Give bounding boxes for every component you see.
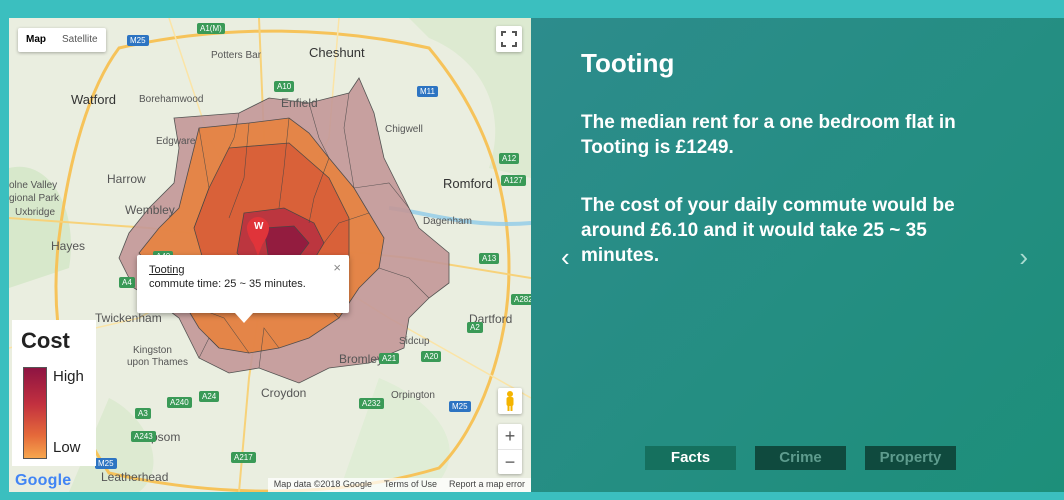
zoom-in-button[interactable]: + <box>498 424 522 450</box>
road-label-a2: A2 <box>467 322 483 333</box>
place-label-twickenham: Twickenham <box>95 311 162 325</box>
place-label-uxbridge: Uxbridge <box>15 207 56 218</box>
map-marker-letter[interactable]: W <box>254 221 263 232</box>
map-type-satellite-button[interactable]: Satellite <box>54 28 106 52</box>
place-label-hayes: Hayes <box>51 239 86 253</box>
place-label-potters-bar: Potters Bar <box>211 50 262 61</box>
place-label-colne-valley: olne Valley <box>9 180 58 191</box>
place-label-watford: Watford <box>71 92 117 107</box>
info-window: Tooting commute time: 25 ~ 35 minutes. × <box>137 255 349 323</box>
road-label-a217: A217 <box>231 452 256 463</box>
panel-title: Tooting <box>581 48 675 78</box>
place-label-harrow: Harrow <box>107 172 146 186</box>
place-label-enfield: Enfield <box>281 96 318 110</box>
road-label-a24: A24 <box>199 391 220 402</box>
cost-legend: Cost High Low <box>12 320 96 466</box>
place-label-chigwell: Chigwell <box>385 124 423 135</box>
road-label-a4: A4 <box>119 277 135 288</box>
road-label-m25-right: M25 <box>449 401 471 412</box>
road-label-a20: A20 <box>421 351 442 362</box>
road-label-a282: A282 <box>511 294 531 305</box>
place-label-orpington: Orpington <box>391 390 435 401</box>
road-label-m25-bottom: M25 <box>95 458 117 469</box>
tab-facts[interactable]: Facts <box>645 446 736 470</box>
panel-tabs: Facts Crime Property <box>645 446 956 470</box>
place-label-croydon: Croydon <box>261 386 307 400</box>
road-label-a13: A13 <box>479 253 500 264</box>
zoom-control: + − <box>498 424 522 474</box>
pegman-icon <box>506 391 514 411</box>
map-type-control[interactable]: Map Satellite <box>18 28 106 52</box>
google-logo: Google <box>15 472 71 490</box>
place-label-kingston: Kingston <box>133 345 172 356</box>
zoom-out-button[interactable]: − <box>498 450 522 475</box>
google-logo-text: Google <box>15 472 72 489</box>
map-type-map-button[interactable]: Map <box>18 28 54 52</box>
street-view-pegman-button[interactable] <box>498 388 522 414</box>
place-label-upon-thames: upon Thames <box>127 357 188 368</box>
road-label-a12: A12 <box>499 153 520 164</box>
next-slide-icon[interactable]: › <box>1019 242 1028 273</box>
fullscreen-button[interactable] <box>496 26 522 52</box>
road-label-a240: A240 <box>167 397 192 408</box>
place-label-sidcup: Sidcup <box>399 336 430 347</box>
road-label-a3: A3 <box>135 408 151 419</box>
legend-high-label: High <box>53 368 84 385</box>
road-label-a232: A232 <box>359 398 384 409</box>
map-data-attribution: Map data ©2018 Google <box>273 479 372 489</box>
commute-fact-text: The cost of your daily commute would be … <box>581 195 955 266</box>
legend-title: Cost <box>21 328 70 353</box>
info-window-body: commute time: 25 ~ 35 minutes. <box>149 278 306 290</box>
map-attribution: Map data ©2018 Google Terms of Use Repor… <box>267 478 531 492</box>
info-window-close-icon[interactable]: × <box>333 260 341 275</box>
road-label-a1m: A1(M) <box>197 23 225 34</box>
legend-low-label: Low <box>53 439 81 456</box>
previous-slide-icon[interactable]: ‹ <box>561 242 570 273</box>
place-label-borehamwood: Borehamwood <box>139 94 204 105</box>
road-label-a127: A127 <box>501 175 526 186</box>
info-panel: Tooting The median rent for a one bedroo… <box>531 18 1064 492</box>
place-label-regional-park: gional Park <box>9 193 60 204</box>
road-label-m25-top: M25 <box>127 35 149 46</box>
legend-gradient-bar <box>23 367 47 459</box>
place-label-romford: Romford <box>443 176 493 191</box>
road-label-a21: A21 <box>379 353 400 364</box>
map-view[interactable]: W Cheshunt Potters Bar Watford Borehamwo… <box>9 18 531 492</box>
info-window-tail <box>235 313 253 323</box>
road-label-a10: A10 <box>274 81 295 92</box>
terms-of-use-link[interactable]: Terms of Use <box>378 478 443 492</box>
place-label-cheshunt: Cheshunt <box>309 45 365 60</box>
road-label-m11: M11 <box>417 86 438 97</box>
place-label-edgware: Edgware <box>156 136 196 147</box>
tab-property[interactable]: Property <box>865 446 956 470</box>
info-window-title[interactable]: Tooting <box>149 264 184 276</box>
tab-crime[interactable]: Crime <box>755 446 846 470</box>
fullscreen-icon <box>501 31 517 47</box>
road-label-a243: A243 <box>131 431 156 442</box>
report-map-error-link[interactable]: Report a map error <box>443 478 531 492</box>
place-label-bromley: Bromley <box>339 352 384 366</box>
rent-fact-text: The median rent for a one bedroom flat i… <box>581 112 956 158</box>
place-label-dagenham: Dagenham <box>423 216 472 227</box>
place-label-wembley: Wembley <box>125 203 175 217</box>
place-label-leatherhead: Leatherhead <box>101 470 169 484</box>
